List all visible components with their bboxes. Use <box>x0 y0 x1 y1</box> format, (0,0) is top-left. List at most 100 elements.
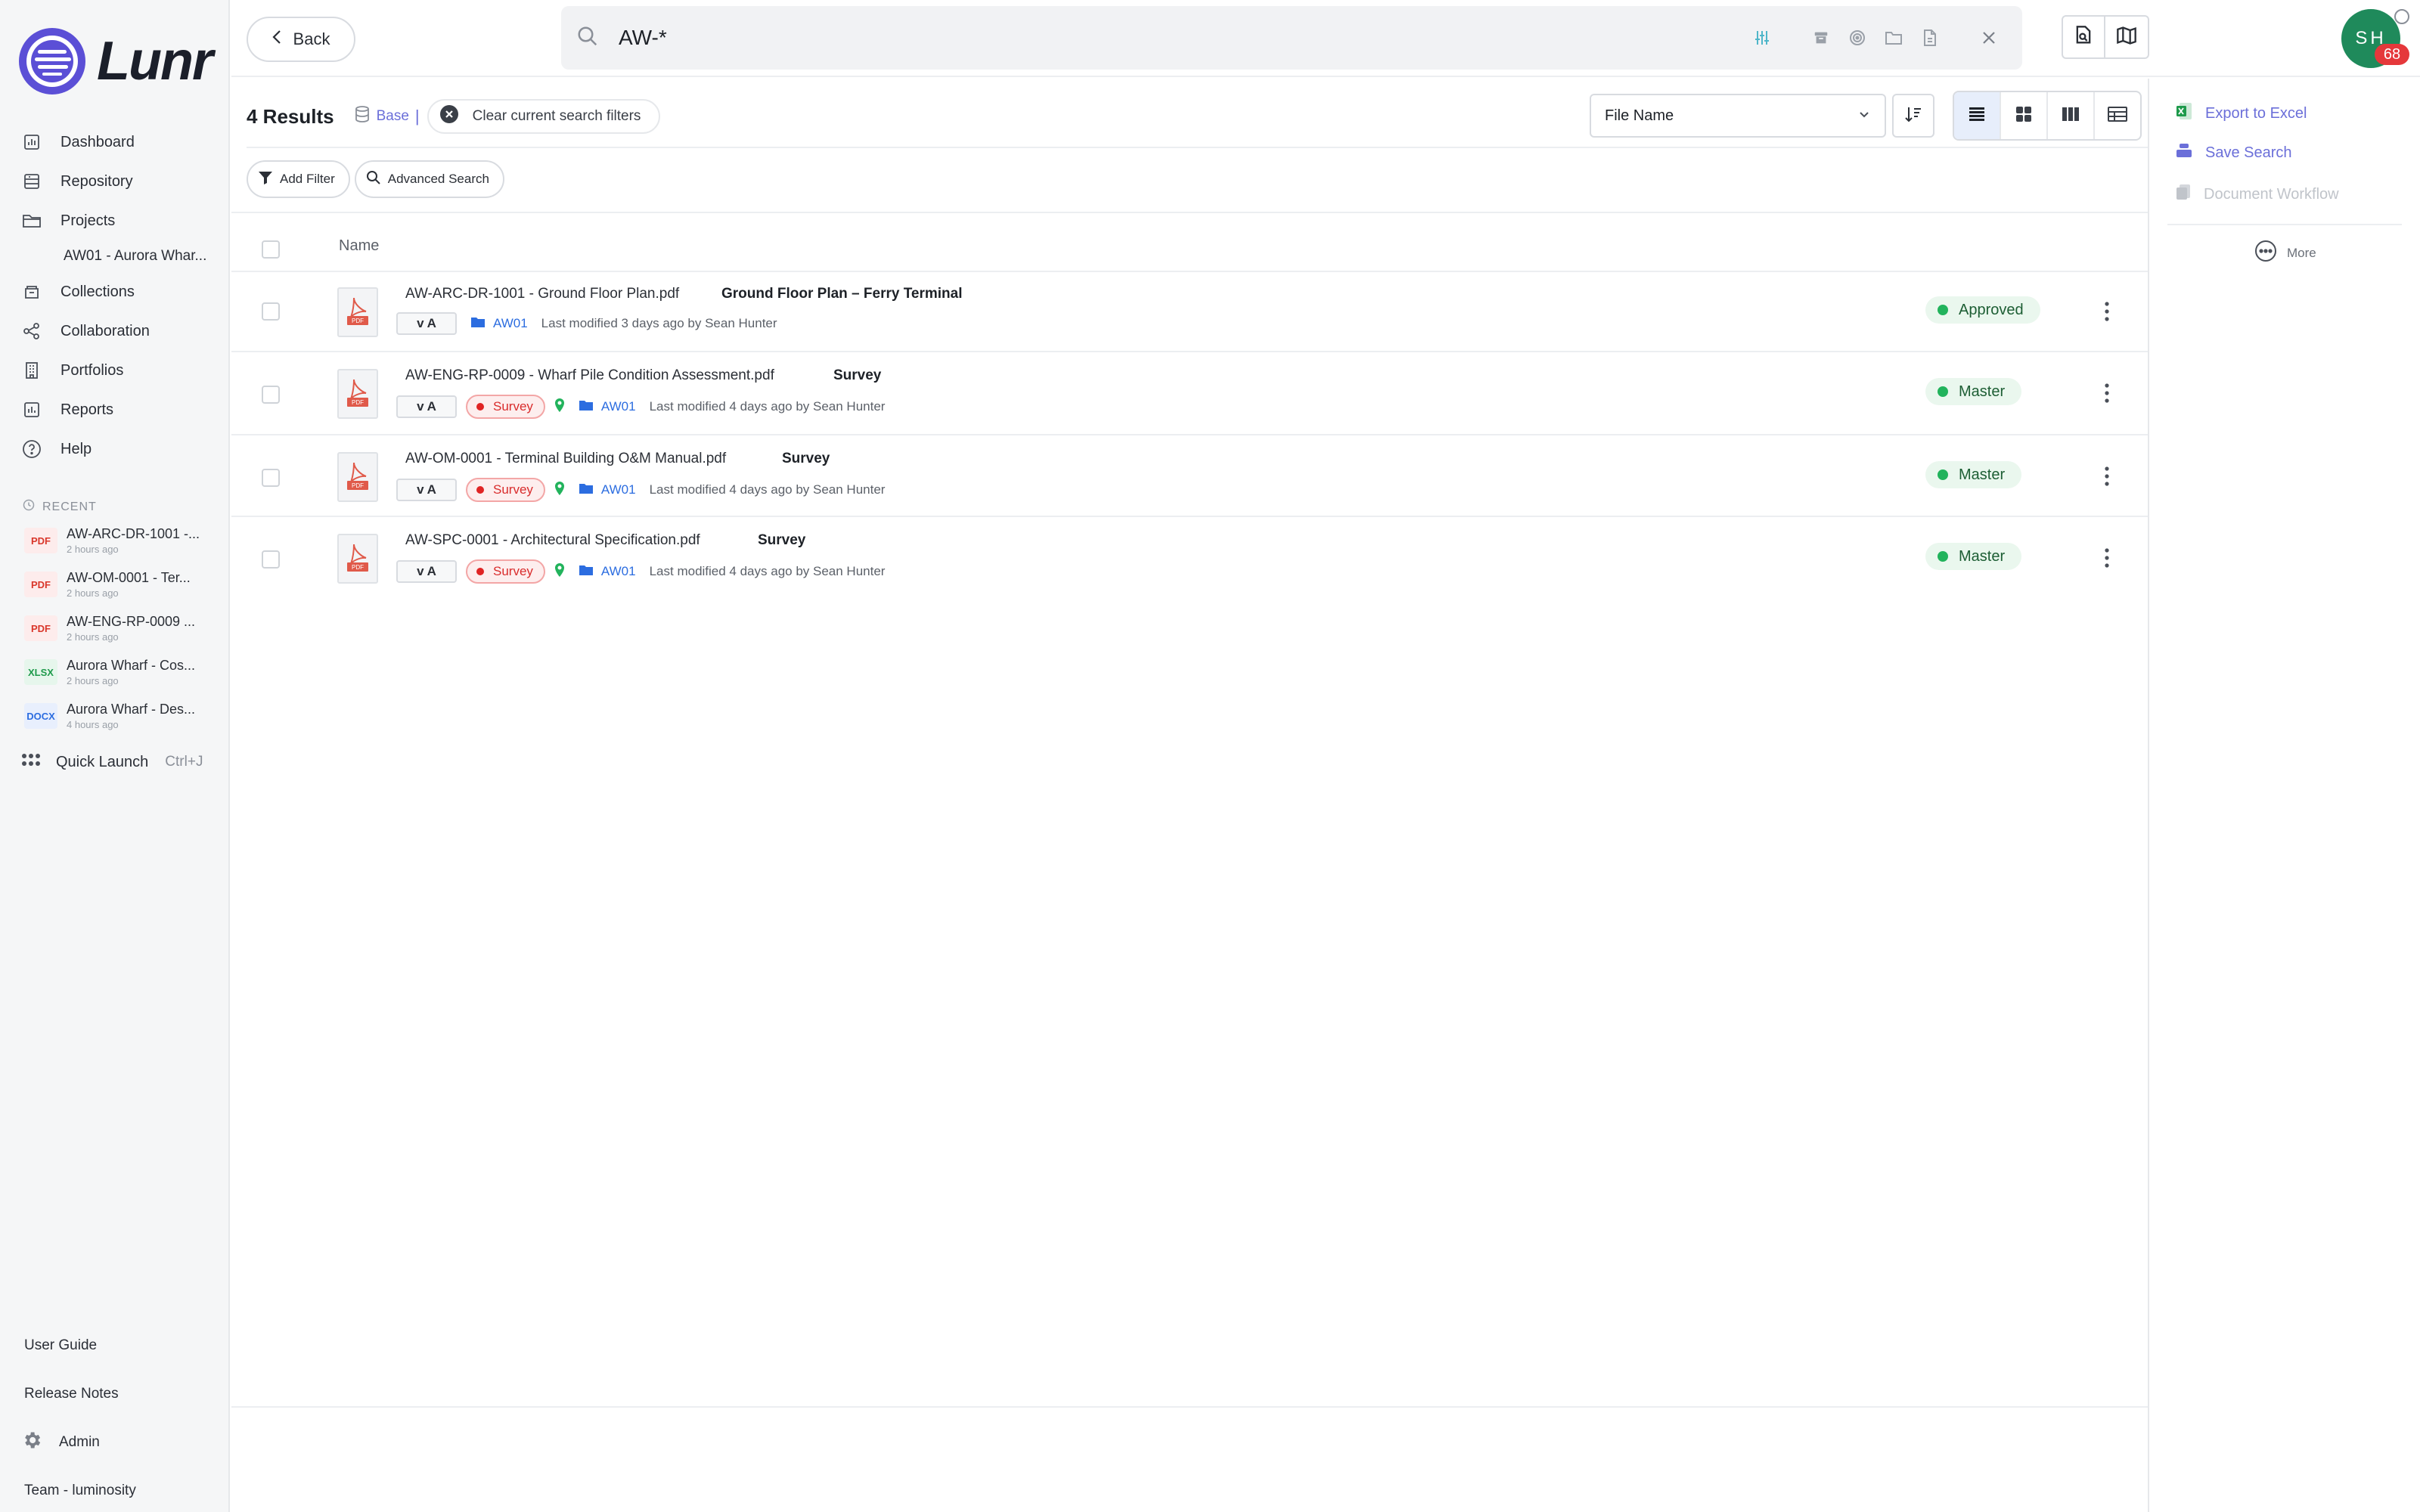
admin-link[interactable]: Admin <box>24 1418 136 1467</box>
sort-direction-button[interactable] <box>1892 94 1934 138</box>
back-button[interactable]: Back <box>247 17 355 62</box>
file-name-link[interactable]: AW-ENG-RP-0009 - Wharf Pile Condition As… <box>405 367 774 384</box>
recent-item[interactable]: XLSX Aurora Wharf - Cos... 2 hours ago <box>24 658 221 702</box>
project-folder-link[interactable]: AW01 <box>579 482 636 499</box>
row-checkbox[interactable] <box>262 550 280 569</box>
survey-tag[interactable]: Survey <box>466 395 545 419</box>
recent-item-name: AW-ARC-DR-1001 -... <box>67 526 200 541</box>
table-view-button[interactable] <box>2095 92 2140 139</box>
column-header-name[interactable]: Name <box>339 237 379 255</box>
location-pin-icon <box>554 398 565 416</box>
recent-item[interactable]: PDF AW-ENG-RP-0009 ... 2 hours ago <box>24 614 221 658</box>
close-icon[interactable] <box>1971 20 2007 56</box>
survey-tag[interactable]: Survey <box>466 478 545 502</box>
sidebar-item-label: Projects <box>60 212 116 229</box>
clear-filters-button[interactable]: Clear current search filters <box>427 99 661 134</box>
quick-launch-button[interactable]: Quick Launch Ctrl+J <box>21 753 203 771</box>
folder-outline-icon[interactable] <box>1876 20 1912 56</box>
table-row[interactable]: PDF AW-ARC-DR-1001 - Ground Floor Plan.p… <box>231 272 2148 352</box>
team-switcher[interactable]: Team - luminosity <box>24 1467 136 1512</box>
share-icon <box>21 321 42 342</box>
document-search-button[interactable] <box>2062 15 2105 59</box>
sidebar-item-projects[interactable]: Projects <box>0 201 230 240</box>
version-chip[interactable]: v A <box>396 479 457 501</box>
sidebar-item-help[interactable]: Help <box>0 429 230 469</box>
recent-item-time: 2 hours ago <box>67 587 119 599</box>
sidebar: Lunr Dashboard Repository Projects AW01 … <box>0 0 230 1512</box>
tag-label: Survey <box>493 482 533 497</box>
row-checkbox[interactable] <box>262 302 280 321</box>
reports-icon <box>21 399 42 420</box>
sidebar-item-collections[interactable]: Collections <box>0 272 230 311</box>
file-description: Survey <box>782 451 830 466</box>
sidebar-item-collaboration[interactable]: Collaboration <box>0 311 230 351</box>
filter-sliders-icon[interactable] <box>1744 20 1780 56</box>
folder-icon <box>470 315 486 333</box>
table-row[interactable]: PDF AW-ENG-RP-0009 - Wharf Pile Conditio… <box>231 352 2148 435</box>
app-logo[interactable]: Lunr <box>17 26 213 97</box>
document-icon[interactable] <box>1912 20 1948 56</box>
recent-item[interactable]: PDF AW-ARC-DR-1001 -... 2 hours ago <box>24 526 221 570</box>
list-view-button[interactable] <box>1954 92 2001 139</box>
building-icon <box>21 360 42 381</box>
document-workflow-label: Document Workflow <box>2204 185 2339 203</box>
search-input[interactable] <box>619 26 1677 50</box>
sidebar-item-label: Dashboard <box>60 133 135 150</box>
magnifier-icon <box>365 169 382 190</box>
file-name-link[interactable]: AW-SPC-0001 - Architectural Specificatio… <box>405 532 700 549</box>
advanced-search-button[interactable]: Advanced Search <box>354 160 504 198</box>
grid-view-button[interactable] <box>2001 92 2048 139</box>
recent-item[interactable]: DOCX Aurora Wharf - Des... 4 hours ago <box>24 702 221 745</box>
row-checkbox[interactable] <box>262 469 280 487</box>
project-folder-link[interactable]: AW01 <box>579 398 636 416</box>
add-filter-button[interactable]: Add Filter <box>247 160 350 198</box>
version-chip[interactable]: v A <box>396 395 457 418</box>
table-row[interactable]: PDF AW-SPC-0001 - Architectural Specific… <box>231 517 2148 599</box>
row-checkbox[interactable] <box>262 386 280 404</box>
sidebar-item-project-aw01[interactable]: AW01 - Aurora Whar... <box>0 240 230 272</box>
sort-field-select[interactable]: File Name <box>1590 94 1886 138</box>
sidebar-item-portfolios[interactable]: Portfolios <box>0 351 230 390</box>
sidebar-item-repository[interactable]: Repository <box>0 162 230 201</box>
user-guide-link[interactable]: User Guide <box>24 1321 136 1370</box>
row-menu-button[interactable] <box>2096 461 2118 491</box>
svg-text:PDF: PDF <box>352 318 364 324</box>
row-menu-button[interactable] <box>2096 543 2118 573</box>
recent-item[interactable]: PDF AW-OM-0001 - Ter... 2 hours ago <box>24 570 221 614</box>
save-search-button[interactable]: Save Search <box>2175 142 2292 163</box>
survey-tag[interactable]: Survey <box>466 559 545 584</box>
columns-view-button[interactable] <box>2048 92 2095 139</box>
select-all-checkbox[interactable] <box>262 240 280 259</box>
export-excel-button[interactable]: Export to Excel <box>2175 101 2307 125</box>
document-search-icon <box>2073 25 2094 50</box>
project-folder-link[interactable]: AW01 <box>579 563 636 581</box>
folder-icon <box>21 210 42 231</box>
divider <box>231 212 2148 213</box>
row-menu-button[interactable] <box>2096 296 2118 327</box>
document-workflow-button[interactable]: Document Workflow <box>2175 183 2339 206</box>
base-link[interactable]: Base <box>354 105 409 128</box>
save-search-label: Save Search <box>2205 144 2292 161</box>
recent-item-name: Aurora Wharf - Des... <box>67 702 196 717</box>
database-icon <box>354 105 371 128</box>
more-actions-button[interactable]: More <box>2254 239 2316 267</box>
sidebar-item-dashboard[interactable]: Dashboard <box>0 122 230 162</box>
table-row[interactable]: PDF AW-OM-0001 - Terminal Building O&M M… <box>231 435 2148 517</box>
grid-view-icon <box>2015 105 2033 127</box>
sidebar-footer: User Guide Release Notes Admin Team - lu… <box>24 1321 136 1512</box>
version-chip[interactable]: v A <box>396 560 457 583</box>
project-folder-link[interactable]: AW01 <box>470 315 528 333</box>
svg-text:PDF: PDF <box>352 482 364 489</box>
sidebar-item-reports[interactable]: Reports <box>0 390 230 429</box>
map-button[interactable] <box>2105 15 2149 59</box>
version-chip[interactable]: v A <box>396 312 457 335</box>
more-label: More <box>2287 245 2316 260</box>
file-name-link[interactable]: AW-ARC-DR-1001 - Ground Floor Plan.pdf <box>405 286 679 302</box>
file-description: Survey <box>833 367 882 383</box>
back-label: Back <box>293 29 330 48</box>
archive-icon[interactable] <box>1803 20 1839 56</box>
release-notes-link[interactable]: Release Notes <box>24 1370 136 1418</box>
target-icon[interactable] <box>1839 20 1876 56</box>
file-name-link[interactable]: AW-OM-0001 - Terminal Building O&M Manua… <box>405 451 726 467</box>
row-menu-button[interactable] <box>2096 378 2118 408</box>
